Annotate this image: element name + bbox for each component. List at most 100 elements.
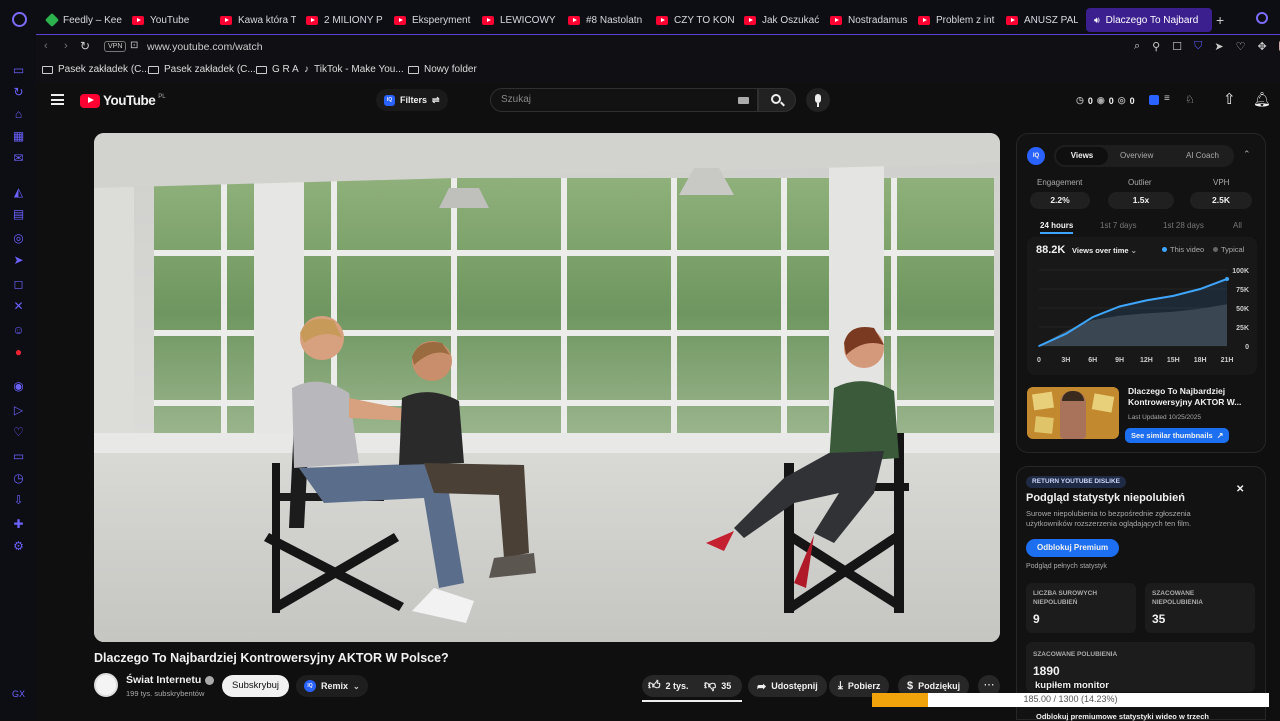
tab-2[interactable]: Kawa która T [216,8,296,32]
heart-outline-icon[interactable]: ♡ [1236,40,1246,53]
search-tabs-icon[interactable] [1256,12,1268,24]
range-24h[interactable]: 24 hours [1040,221,1074,234]
close-icon[interactable]: ✕ [1236,484,1244,495]
bookmark-folder[interactable]: Nowy folder [408,64,477,75]
extension-red-icon[interactable]: ● [12,346,25,359]
history-icon[interactable]: ◷ [12,472,25,485]
gx-icon[interactable]: GX [12,688,25,701]
puzzle-icon[interactable]: ✥ [1257,40,1266,53]
video-thumbnail[interactable] [1027,387,1119,439]
tab-8[interactable]: Jak Oszukać [740,8,820,32]
unlock-premium-button[interactable]: Odblokuj Premium [1026,539,1120,557]
tab-0[interactable]: Feedly – Keep [40,8,122,32]
new-tab-button[interactable]: + [1216,12,1224,28]
browser-logo-icon[interactable] [12,12,27,27]
collapse-icon[interactable]: ⌃ [1243,149,1251,160]
discord-icon[interactable]: ☺ [12,324,25,337]
tab-views[interactable]: Views [1056,147,1108,165]
extension-counters[interactable]: ◷ 0 ◉ 0 ◎ 0 [1076,95,1135,106]
brain-icon[interactable]: ♘ [1185,93,1195,106]
filters-button[interactable]: IQ Filters ⇌ [376,89,448,111]
music-icon[interactable]: ◉ [12,380,25,393]
zoom-icon[interactable]: ⌕ [1134,40,1140,53]
lock-icon[interactable]: ⊡ [130,40,138,51]
goal-progress: 185.00 / 1300 (14.23%) [872,693,1269,707]
apps-icon[interactable]: ◭ [12,186,25,199]
search-button[interactable] [758,88,796,112]
this-video-point [1091,316,1094,318]
tab-5[interactable]: LEWICOWY M [478,8,558,32]
player-icon[interactable]: ▷ [12,404,25,417]
notes-icon[interactable]: ▦ [12,130,25,143]
dislike-button[interactable]: 👎︎ 35 [704,678,731,693]
x-icon[interactable]: ✕ [12,300,25,313]
metric-engagement: 2.2% [1030,192,1090,209]
tab-label: YouTube [150,14,190,26]
tiktok-icon: ♪ [304,64,309,75]
tab-6[interactable]: #8 Nastolatn [564,8,646,32]
wallet-icon[interactable]: ▭ [12,450,25,463]
bot-icon[interactable]: ⌂ [12,108,25,121]
tab-overview[interactable]: Overview [1120,151,1153,160]
instagram-icon[interactable]: ◻ [12,278,25,291]
youtube-icon [482,15,494,25]
shield-icon[interactable]: ⛉ [1194,40,1202,53]
tab-7[interactable]: CZY TO KON [652,8,734,32]
tab-ai-coach[interactable]: AI Coach [1186,151,1219,160]
pin-icon[interactable]: ⚲ [1152,40,1160,53]
similar-thumbnails-button[interactable]: See similar thumbnails ↗ [1125,428,1230,443]
tab-11[interactable]: ANUSZ PALIK [1002,8,1078,32]
range-28d[interactable]: 1st 28 days [1163,221,1204,230]
tab-10[interactable]: Problem z int [914,8,996,32]
sync-icon[interactable]: ↻ [12,86,25,99]
mail-icon[interactable]: ✉ [12,152,25,165]
telegram-icon[interactable]: ➤ [12,254,25,267]
search-input[interactable]: Szukaj [490,88,758,112]
channel-name[interactable]: Świat Internetu [126,674,215,686]
back-icon[interactable]: ‹ [44,40,48,52]
extensions-icon[interactable]: ✚ [12,518,25,531]
vidiq-menu-icon[interactable] [1149,95,1159,105]
views-dropdown[interactable]: Views over time ⌄ [1072,246,1137,255]
like-button[interactable]: 👍︎ 2 tys. [648,678,689,693]
bookmark-icon[interactable]: ☐ [1172,40,1182,53]
bookmark-link[interactable]: ♪ TikTok - Make You... [304,64,404,75]
tab-4[interactable]: Eksperyment [390,8,472,32]
reload-icon[interactable]: ↻ [80,39,90,53]
url-field[interactable]: www.youtube.com/watch [147,41,263,53]
send-icon[interactable]: ➤ [1214,40,1223,53]
settings-icon[interactable]: ⚙ [12,540,25,553]
vpn-badge[interactable]: VPN [104,41,127,52]
downloads-icon[interactable]: ⇩ [12,494,25,507]
share-button[interactable]: ➦ Udostępnij [748,675,827,697]
keyboard-icon[interactable] [738,97,749,104]
tab-1[interactable]: YouTube [128,8,208,32]
notifications-icon[interactable]: 🔔︎ [1253,91,1271,108]
twitch-icon[interactable]: ▤ [12,208,25,221]
remix-button[interactable]: IQ Remix ⌄ [296,675,368,697]
pinned-icon[interactable]: ▭ [12,64,25,77]
youtube-icon [132,15,144,25]
chevron-down-icon: ⌄ [353,681,360,691]
messenger-icon[interactable]: ◎ [12,232,25,245]
video-player[interactable] [94,133,1000,642]
voice-search-button[interactable] [806,88,830,112]
heart-icon[interactable]: ♡ [12,426,25,439]
tab-3[interactable]: 2 MILIONY P [302,8,384,32]
list-icon[interactable]: ≡ [1164,93,1170,104]
menu-icon[interactable] [51,94,64,105]
channel-avatar[interactable] [94,673,118,697]
range-all[interactable]: All [1233,221,1242,230]
tab-12[interactable]: 🔊︎ Dlaczego To Najbard [1086,8,1212,32]
bookmark-folder[interactable]: Pasek zakładek (C... [42,64,150,75]
range-7d[interactable]: 1st 7 days [1100,221,1136,230]
bookmark-folder[interactable]: G R A [256,64,299,75]
forward-icon[interactable]: › [64,40,68,52]
tab-9[interactable]: Nostradamus [826,8,908,32]
youtube-logo[interactable]: YouTube PL [80,93,166,108]
subscribe-button[interactable]: Subskrybuj [222,675,289,697]
youtube-icon [220,15,232,25]
upload-icon[interactable]: ⇧ [1223,90,1236,108]
bookmark-folder[interactable]: Pasek zakładek (C... [148,64,256,75]
full-stats-link[interactable]: Podgląd pełnych statystyk [1026,563,1107,570]
